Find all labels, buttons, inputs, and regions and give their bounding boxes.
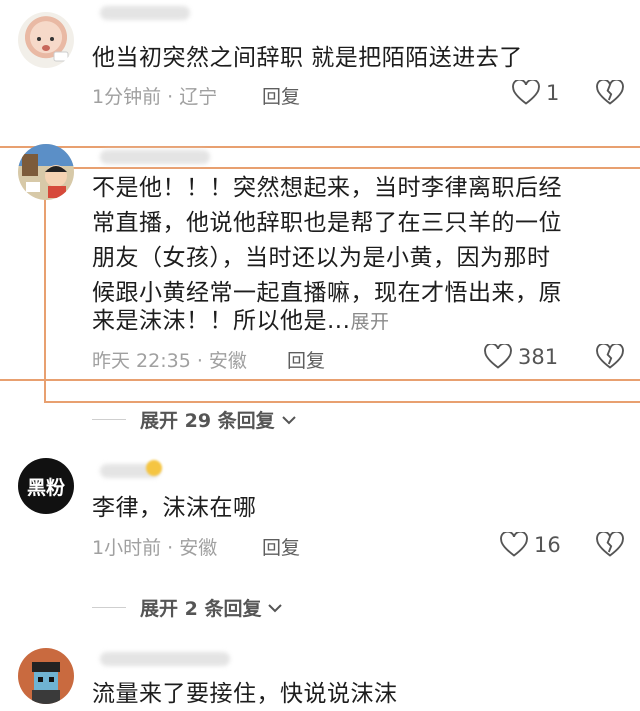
expand-text-button[interactable]: 展开 (350, 311, 389, 333)
cartoon-avatar-icon (18, 144, 74, 198)
reply-button[interactable]: 回复 (262, 533, 300, 560)
avatar-text: 黑粉 (26, 476, 65, 499)
like-count: 381 (518, 345, 559, 369)
avatar[interactable] (18, 144, 74, 200)
heart-icon (500, 532, 528, 557)
dislike-button[interactable] (596, 530, 624, 562)
comment-text-line-last: 来是沫沫！！所以他是...展开 (92, 305, 389, 339)
expand-replies-button[interactable]: 展开 29 条回复 (92, 406, 299, 433)
expand-replies-label: 展开 2 条回复 (140, 598, 262, 620)
reply-button[interactable]: 回复 (262, 82, 300, 109)
comment-text-line: 朋友（女孩），当时还以为是小黄，因为那时 (92, 245, 551, 271)
pixel-avatar-icon (32, 662, 60, 704)
broken-heart-icon (596, 530, 624, 557)
like-button[interactable]: 381 (484, 344, 558, 370)
username-blurred[interactable] (100, 150, 210, 164)
expand-replies-button[interactable]: 展开 2 条回复 (92, 594, 285, 621)
reply-button[interactable]: 回复 (287, 346, 325, 373)
broken-heart-icon (596, 342, 624, 369)
comment-time-location: 1分钟前 · 辽宁 (92, 86, 218, 108)
comment-text-line: 常直播，他说他辞职也是帮了在三只羊的一位 (92, 210, 562, 236)
like-button[interactable]: 1 (512, 80, 559, 106)
comment-text-line: 不是他！！！突然想起来，当时李律离职后经 (92, 175, 562, 201)
avatar[interactable]: 黑粉 (18, 458, 74, 514)
comment-time-location: 昨天 22:35 · 安徽 (92, 350, 247, 372)
broken-heart-icon (596, 78, 624, 105)
comment-text: 李律，沫沫在哪 (92, 495, 257, 521)
dislike-button[interactable] (596, 342, 624, 374)
avatar[interactable] (18, 648, 74, 704)
heart-icon (512, 80, 540, 105)
dislike-button[interactable] (596, 78, 624, 110)
comment-text-line: 来是沫沫！！所以他是... (92, 308, 351, 334)
vip-badge-icon (146, 460, 162, 476)
divider (92, 419, 126, 420)
username-blurred[interactable] (100, 6, 190, 20)
chevron-down-icon (268, 603, 283, 612)
divider (92, 607, 126, 608)
like-count: 1 (546, 81, 560, 105)
chevron-down-icon (281, 415, 296, 424)
comment-text: 流量来了要接住，快说说沫沫 (92, 681, 398, 707)
comment-time-location: 1小时前 · 安徽 (92, 537, 218, 559)
like-button[interactable]: 16 (500, 532, 561, 558)
expand-replies-label: 展开 29 条回复 (140, 410, 275, 432)
like-count: 16 (534, 533, 561, 557)
heart-icon (484, 344, 512, 369)
username-blurred[interactable] (100, 652, 230, 666)
baby-avatar-icon (37, 37, 69, 62)
avatar[interactable] (18, 12, 74, 68)
comment-text: 他当初突然之间辞职 就是把陌陌送进去了 (92, 45, 523, 71)
